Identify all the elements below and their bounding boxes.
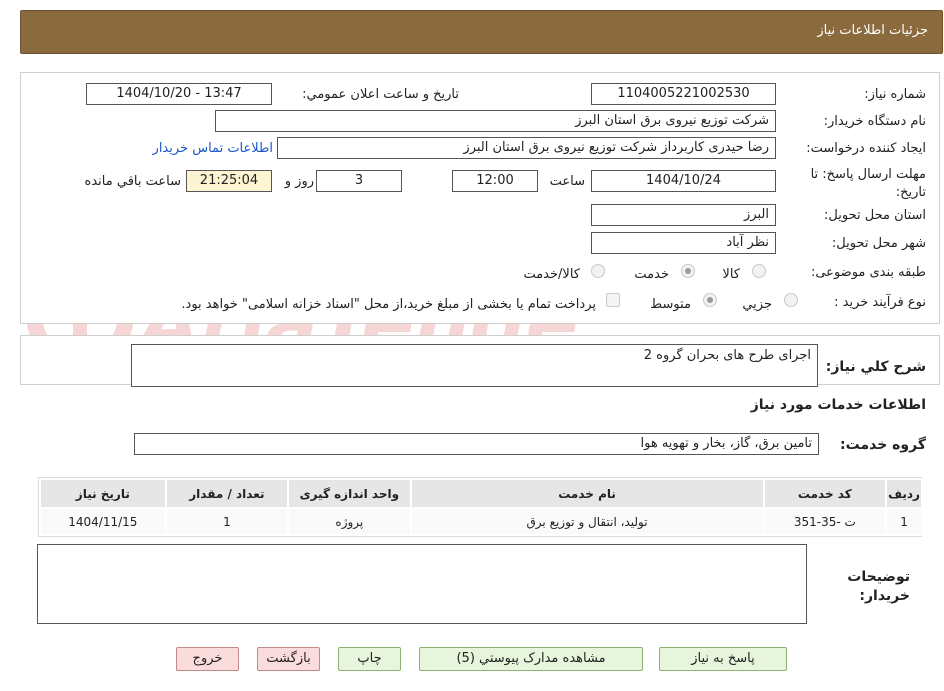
deadline-hour-field: 12:00 (452, 170, 538, 192)
service-group-field: تامین برق، گاز، بخار و تهویه هوا (134, 433, 819, 455)
category-goods-service-radio[interactable] (591, 264, 605, 278)
process-medium-label: متوسط (650, 297, 691, 312)
buyer-org-label: نام دستگاه خريدار: (823, 114, 926, 129)
province-field: البرز (591, 204, 776, 226)
exit-button[interactable]: خروج (176, 647, 239, 671)
city-label: شهر محل تحويل: (831, 236, 926, 251)
category-service-radio[interactable] (681, 264, 695, 278)
table-row: 1404/11/15 1 پروژه تولید، انتقال و توزیع… (39, 507, 923, 536)
cell-quantity: 1 (164, 507, 290, 536)
services-table: تاريخ نياز تعداد / مقدار واحد اندازه گير… (39, 478, 923, 536)
reply-button[interactable]: پاسخ به نياز (659, 647, 787, 671)
page-header: جزئیات اطلاعات نیاز (20, 10, 943, 54)
city-field: نظر آباد (591, 232, 776, 254)
cell-service-code: ت -35-351 (762, 507, 888, 536)
buyer-org-field: شرکت توزیع نیروی برق استان البرز (215, 110, 776, 132)
need-number-label: شماره نیاز: (864, 87, 926, 102)
deadline-date-field: 1404/10/24 (591, 170, 776, 192)
cell-row: 1 (885, 507, 923, 536)
col-service-name: نام خدمت (409, 478, 765, 509)
need-number-field: 1104005221002530 (591, 83, 776, 105)
process-medium-radio[interactable] (703, 293, 717, 307)
category-label: طبقه بندی موضوعی: (810, 265, 926, 280)
col-unit: واحد اندازه گيری (287, 478, 412, 509)
remaining-time-field: 21:25:04 (186, 170, 272, 192)
services-section-title: اطلاعات خدمات مورد نياز (750, 397, 926, 413)
treasury-payment-checkbox[interactable] (606, 293, 620, 307)
print-button[interactable]: چاپ (338, 647, 401, 671)
process-minor-radio[interactable] (784, 293, 798, 307)
page-title: جزئیات اطلاعات نیاز (817, 23, 928, 38)
cell-service-name: تولید، انتقال و توزیع برق (409, 507, 765, 536)
category-goods-service-label: کالا/خدمت (523, 267, 580, 282)
col-row: رديف (885, 478, 923, 509)
deadline-hour-label: ساعت (549, 174, 585, 189)
service-group-label: گروه خدمت: (840, 437, 926, 453)
days-label: روز و (284, 174, 314, 189)
buyer-notes-label: توضيحات خريدار: (847, 569, 910, 604)
category-goods-radio[interactable] (752, 264, 766, 278)
announce-field: 1404/10/20 - 13:47 (86, 83, 272, 105)
announce-label: تاریخ و ساعت اعلان عمومي: (302, 87, 459, 102)
requester-field: رضا حیدری کاربرداز شرکت توزیع نیروی برق … (277, 137, 776, 159)
services-table-wrap: تاريخ نياز تعداد / مقدار واحد اندازه گير… (38, 477, 923, 537)
col-service-code: کد خدمت (762, 478, 888, 509)
col-quantity: تعداد / مقدار (164, 478, 290, 509)
description-label: شرح کلي نياز: (825, 359, 926, 375)
process-label: نوع فرآیند خرید : (834, 295, 926, 310)
contact-buyer-link[interactable]: اطلاعات تماس خريدار (153, 141, 273, 156)
remaining-label: ساعت باقي مانده (84, 174, 181, 189)
description-text: اجرای طرح های بحران گروه 2 (643, 348, 811, 363)
process-minor-label: جزيي (742, 297, 772, 312)
cell-unit: پروژه (287, 507, 412, 536)
category-goods-label: کالا (722, 267, 740, 282)
back-button[interactable]: بازگشت (257, 647, 320, 671)
category-service-label: خدمت (634, 267, 669, 282)
deadline-label: مهلت ارسال پاسخ: تا تاريخ: (810, 167, 926, 200)
col-need-date: تاريخ نياز (39, 478, 167, 509)
treasury-payment-note: پرداخت تمام یا بخشی از مبلغ خرید،از محل … (181, 297, 596, 312)
requester-label: ايجاد کننده درخواست: (806, 141, 926, 156)
days-field: 3 (316, 170, 402, 192)
cell-need-date: 1404/11/15 (39, 507, 167, 536)
province-label: استان محل تحويل: (824, 208, 926, 223)
description-textarea[interactable]: اجرای طرح های بحران گروه 2 (131, 344, 818, 387)
attachments-button[interactable]: مشاهده مدارک پيوستي (5) (419, 647, 643, 671)
buyer-notes-textarea[interactable] (37, 544, 807, 624)
